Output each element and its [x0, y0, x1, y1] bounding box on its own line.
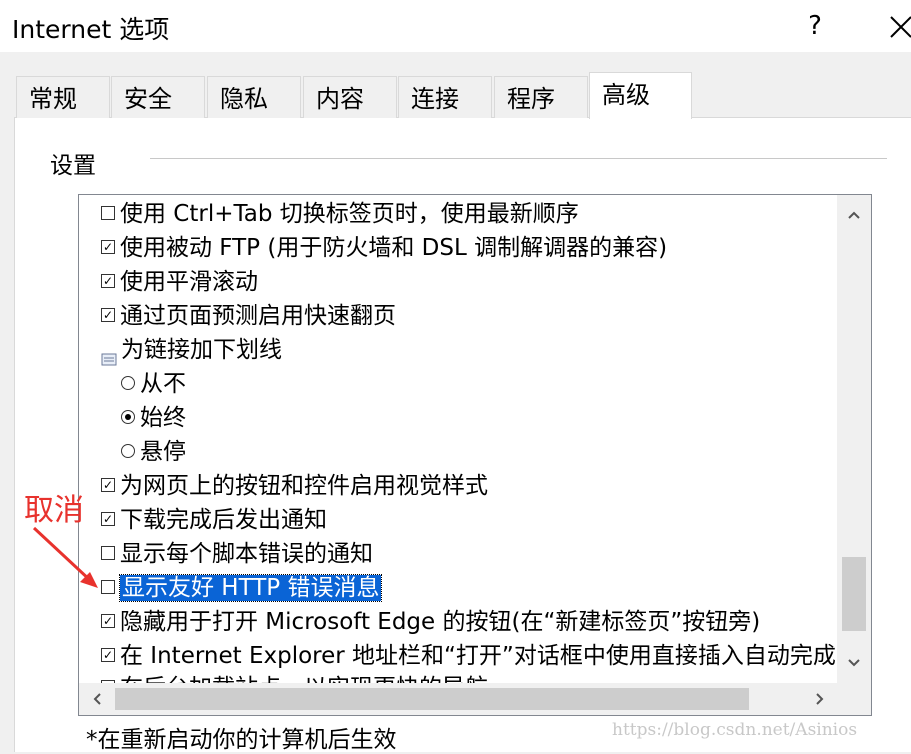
setting-row[interactable]: 显示每个脚本错误的通知 — [101, 537, 373, 571]
setting-row[interactable]: ✓ 通过页面预测启用快速翻页 — [101, 299, 396, 333]
restart-footnote: *在重新启动你的计算机后生效 — [86, 727, 397, 753]
setting-row[interactable]: ✓ 使用被动 FTP (用于防火墙和 DSL 调制解调器的兼容) — [101, 231, 667, 265]
tab-general[interactable]: 常规 — [16, 76, 110, 118]
setting-row[interactable]: ✓在后台加载站点，以实现更快的导航 — [101, 671, 488, 683]
chevron-down-icon — [848, 659, 860, 667]
annotation-arrow-icon — [32, 526, 98, 588]
help-button[interactable]: ? — [800, 8, 830, 44]
chevron-up-icon — [848, 211, 860, 219]
scroll-right-button[interactable] — [803, 683, 837, 715]
checkbox-checked[interactable]: ✓ — [101, 613, 115, 628]
horizontal-scroll-thumb[interactable] — [115, 688, 749, 710]
watermark: https://blog.csdn.net/Asinios — [612, 720, 858, 740]
setting-radio-row[interactable]: 悬停 — [121, 435, 186, 469]
scroll-up-button[interactable] — [837, 195, 871, 235]
radio-unselected[interactable] — [121, 443, 135, 458]
checkbox-checked[interactable]: ✓ — [101, 477, 115, 492]
settings-rows: 使用 Ctrl+Tab 切换标签页时，使用最新顺序 ✓ 使用被动 FTP (用于防… — [79, 195, 837, 683]
checkbox-checked[interactable]: ✓ — [101, 647, 115, 662]
settings-group-label: 设置 — [50, 153, 96, 179]
annotation-label: 取消 — [24, 493, 84, 528]
setting-row[interactable]: ✓ 使用平滑滚动 — [101, 265, 258, 299]
radio-selected[interactable] — [121, 409, 135, 424]
vertical-scrollbar[interactable] — [837, 195, 871, 683]
window-title: Internet 选项 — [12, 15, 170, 44]
setting-row[interactable]: ✓ 在 Internet Explorer 地址栏和“打开”对话框中使用直接插入自… — [101, 639, 836, 673]
tab-connections[interactable]: 连接 — [398, 76, 492, 118]
radio-unselected[interactable] — [121, 375, 135, 390]
tab-security[interactable]: 安全 — [111, 76, 205, 118]
group-divider — [150, 158, 887, 159]
setting-row[interactable]: ✓ 隐藏用于打开 Microsoft Edge 的按钮(在“新建标签页”按钮旁) — [101, 605, 760, 639]
checkbox-unchecked[interactable] — [101, 205, 115, 220]
setting-row-selected[interactable]: 显示友好 HTTP 错误消息 — [101, 571, 383, 605]
settings-tree[interactable]: 使用 Ctrl+Tab 切换标签页时，使用最新顺序 ✓ 使用被动 FTP (用于防… — [78, 194, 872, 716]
setting-row[interactable]: 使用 Ctrl+Tab 切换标签页时，使用最新顺序 — [101, 197, 579, 231]
scroll-down-button[interactable] — [837, 643, 871, 683]
tab-programs[interactable]: 程序 — [494, 76, 588, 118]
chevron-left-icon — [93, 693, 101, 705]
checkbox-checked[interactable]: ✓ — [101, 273, 115, 288]
tab-content[interactable]: 内容 — [303, 76, 397, 118]
chevron-right-icon — [816, 693, 824, 705]
title-bar: Internet 选项 ? — [0, 0, 911, 52]
setting-group-row: 为链接加下划线 — [101, 333, 282, 367]
close-icon[interactable] — [880, 6, 911, 46]
setting-row[interactable]: ✓ 为网页上的按钮和控件启用视觉样式 — [101, 469, 488, 503]
group-folder-icon — [101, 342, 117, 365]
setting-radio-row[interactable]: 从不 — [121, 367, 186, 401]
vertical-scroll-thumb[interactable] — [842, 557, 866, 631]
tab-advanced[interactable]: 高级 — [589, 72, 692, 119]
scroll-left-button[interactable] — [79, 683, 115, 715]
tab-privacy[interactable]: 隐私 — [207, 76, 301, 118]
setting-row[interactable]: ✓ 下载完成后发出通知 — [101, 503, 327, 537]
checkbox-checked[interactable]: ✓ — [101, 239, 115, 254]
horizontal-scrollbar[interactable] — [79, 683, 871, 715]
scroll-corner — [837, 683, 871, 715]
setting-radio-row[interactable]: 始终 — [121, 401, 186, 435]
checkbox-checked[interactable]: ✓ — [101, 307, 115, 322]
